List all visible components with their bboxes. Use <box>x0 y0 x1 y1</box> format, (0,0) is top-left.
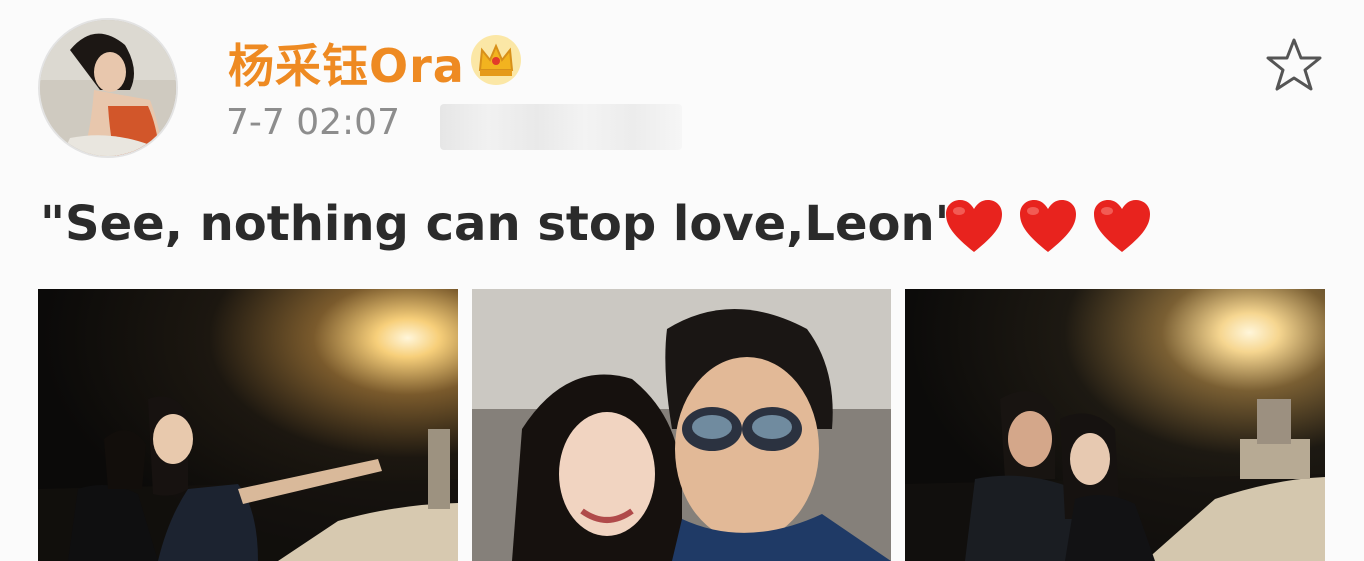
post-photo-2[interactable] <box>472 289 891 561</box>
heart-icon <box>946 200 1002 252</box>
avatar[interactable] <box>38 18 178 158</box>
star-icon[interactable] <box>1264 36 1324 94</box>
post-text: "See, nothing can stop love,Leon" <box>40 196 960 252</box>
emoji-row <box>944 198 1152 254</box>
post-photo-1[interactable] <box>38 289 458 561</box>
post-timestamp: 7-7 02:07 <box>226 102 400 143</box>
crown-icon <box>470 34 522 86</box>
night-couple-image <box>905 391 1325 561</box>
heart-icon <box>1094 200 1150 252</box>
heart-icon <box>1020 200 1076 252</box>
night-selfie-image <box>38 396 458 561</box>
username[interactable]: 杨采钰Ora <box>228 30 465 96</box>
avatar-image <box>40 20 176 156</box>
blurred-source-label <box>440 104 682 150</box>
selfie-closeup-image <box>472 289 891 561</box>
post-photo-3[interactable] <box>905 289 1325 561</box>
